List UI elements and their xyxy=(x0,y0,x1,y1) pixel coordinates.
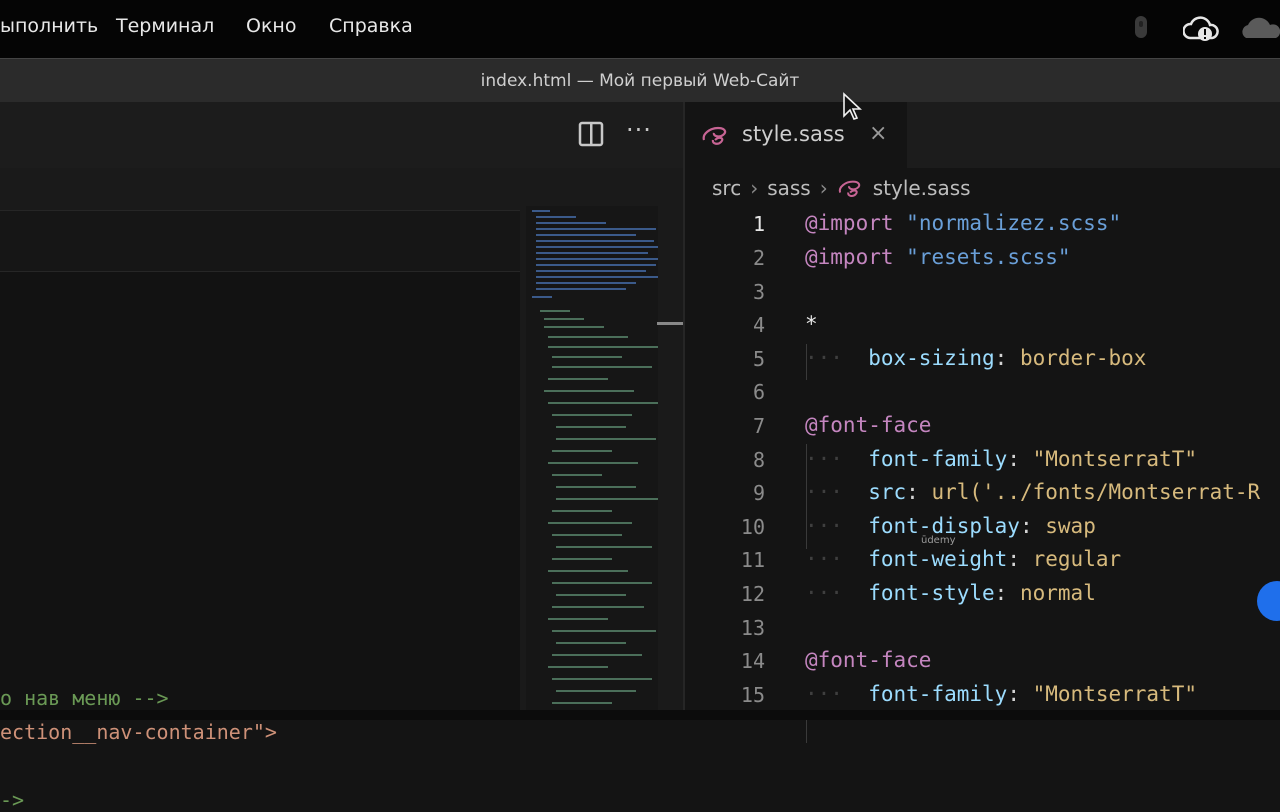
close-icon[interactable]: × xyxy=(869,121,887,146)
cloud-sync-icon[interactable] xyxy=(1182,14,1219,48)
bottom-strip xyxy=(0,710,1280,720)
line-number: 15 xyxy=(740,683,765,707)
minimap-preview xyxy=(532,210,660,704)
line-number: 10 xyxy=(740,515,765,539)
cloud-icon[interactable] xyxy=(1240,14,1280,48)
mouse-cursor-icon xyxy=(842,92,863,126)
code-line: @import "normalizez.scss" xyxy=(805,211,1121,241)
code-line: ··· box-sizing: border-box xyxy=(805,346,1146,376)
property: box-sizing xyxy=(868,346,995,370)
line-number: 5 xyxy=(752,347,765,371)
property: src xyxy=(868,480,907,504)
line-number: 2 xyxy=(752,246,765,270)
watermark: ūdemy xyxy=(921,535,956,546)
value: "MontserratT" xyxy=(1032,447,1197,471)
mic-icon[interactable] xyxy=(1131,14,1151,46)
colon: : xyxy=(1007,447,1020,471)
colon: : xyxy=(906,480,919,504)
value: url('../fonts/Montserrat-R xyxy=(931,480,1261,504)
line-number: 4 xyxy=(752,313,765,337)
at-rule: @import xyxy=(805,211,894,235)
code-line: ··· src: url('../fonts/Montserrat-R xyxy=(805,480,1260,510)
code-line: ··· font-weight: regular xyxy=(805,547,1121,577)
code-line: о нав меню --> xyxy=(0,686,169,710)
colon: : xyxy=(1019,514,1033,538)
at-rule: @font-face xyxy=(805,648,932,672)
window-title-bar: index.html — Мой первый Web-Сайт xyxy=(0,58,1280,103)
line-number: 7 xyxy=(752,414,765,438)
breadcrumb-item-file[interactable]: style.sass xyxy=(837,176,971,203)
line-number: 3 xyxy=(752,280,765,304)
indent-dots: ··· xyxy=(805,346,843,370)
breadcrumb-item-sass[interactable]: sass xyxy=(767,176,811,200)
property: font-family xyxy=(868,682,1008,706)
property: font-weight xyxy=(868,547,1008,571)
menu-item-terminal[interactable]: Терминал xyxy=(116,15,214,37)
indent-dots: ··· xyxy=(805,480,843,504)
minimap[interactable] xyxy=(526,206,660,710)
sass-icon xyxy=(837,178,865,203)
property: font-family xyxy=(868,447,1008,471)
tab-label: style.sass xyxy=(742,122,845,146)
colon: : xyxy=(994,581,1008,605)
menu-bar: ыполнить Терминал Окно Справка xyxy=(0,0,1280,58)
at-rule: @import xyxy=(805,245,894,269)
colon: : xyxy=(994,346,1008,370)
window-title: index.html — Мой первый Web-Сайт xyxy=(480,71,800,91)
selector: * xyxy=(805,312,818,336)
value: normal xyxy=(1019,581,1096,605)
value: swap xyxy=(1045,514,1096,538)
code-line: @import "resets.scss" xyxy=(805,245,1071,275)
indent-dots: ··· xyxy=(805,682,843,706)
line-number: 11 xyxy=(740,548,765,572)
line-number: 9 xyxy=(752,481,765,505)
code-line: ection__nav-container"> xyxy=(0,720,277,744)
at-rule: @font-face xyxy=(805,413,932,437)
colon: : xyxy=(1007,682,1020,706)
colon: : xyxy=(1007,547,1020,571)
string: "normalizez.scss" xyxy=(906,211,1122,235)
code-line: @font-face xyxy=(805,648,931,678)
indent-dots: ··· xyxy=(805,447,843,471)
menu-item-run[interactable]: ыполнить xyxy=(0,15,98,37)
breadcrumb-item-src[interactable]: src xyxy=(712,176,741,200)
minimap-slider[interactable] xyxy=(657,322,683,325)
right-editor-pane[interactable]: style.sass × src › sass › style.sass 1 2 3 4… xyxy=(685,102,1280,743)
current-line-highlight xyxy=(0,210,520,272)
split-editor-icon[interactable] xyxy=(578,120,604,152)
line-number: 6 xyxy=(752,380,765,404)
indent-dots: ··· xyxy=(805,514,843,538)
indent-dots: ··· xyxy=(805,581,843,605)
left-editor-pane[interactable]: ··· о нав меню --> ection__nav-container… xyxy=(0,102,683,812)
code-line: ··· font-family: "MontserratT" xyxy=(805,682,1197,712)
line-number: 1 xyxy=(752,212,765,236)
more-actions-icon[interactable]: ··· xyxy=(626,116,652,144)
sass-icon xyxy=(701,124,731,150)
breadcrumb-file-label: style.sass xyxy=(872,176,971,200)
left-editor-toolbar: ··· xyxy=(0,102,683,168)
line-number: 12 xyxy=(740,582,765,606)
string: "resets.scss" xyxy=(906,245,1071,269)
left-code-area[interactable]: о нав меню --> ection__nav-container"> -… xyxy=(0,210,520,812)
property: font-style xyxy=(868,581,995,605)
tab-bar: style.sass × xyxy=(685,102,1280,168)
code-line: @font-face xyxy=(805,413,931,443)
line-number: 14 xyxy=(740,649,765,673)
code-line: ··· font-family: "MontserratT" xyxy=(805,447,1197,477)
value: border-box xyxy=(1019,346,1147,370)
code-line: ··· font-style: normal xyxy=(805,581,1096,611)
line-number: 8 xyxy=(752,448,765,472)
value: regular xyxy=(1032,547,1122,571)
menu-item-help[interactable]: Справка xyxy=(329,15,413,37)
code-line: * xyxy=(805,312,818,342)
menu-item-window[interactable]: Окно xyxy=(246,15,296,37)
line-number: 13 xyxy=(740,616,765,640)
tab-style-sass[interactable]: style.sass × xyxy=(685,102,907,168)
chevron-right-icon: › xyxy=(819,176,828,200)
value: "MontserratT" xyxy=(1032,682,1197,706)
breadcrumb: src › sass › style.sass xyxy=(712,176,971,203)
indent-dots: ··· xyxy=(805,547,843,571)
code-line: -> xyxy=(0,788,25,812)
chevron-right-icon: › xyxy=(750,176,759,200)
